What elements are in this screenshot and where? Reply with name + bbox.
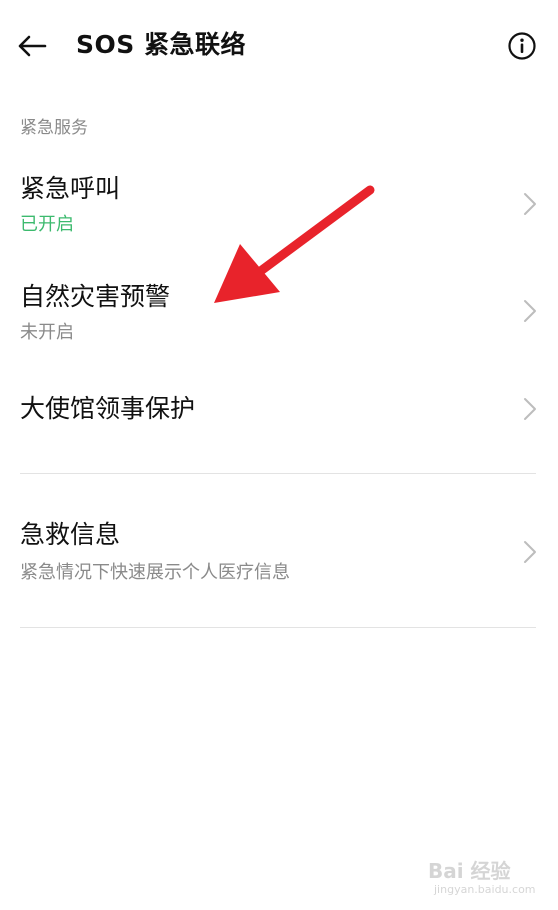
list-item-status: 未开启 <box>20 322 74 343</box>
list-item-first-aid-info[interactable]: 急救信息 紧急情况下快速展示个人医疗信息 <box>0 504 558 604</box>
list-item-title: 急救信息 <box>20 520 121 549</box>
list-item-consular-protection[interactable]: 大使馆领事保护 <box>0 375 558 455</box>
arrow-left-icon <box>18 35 47 57</box>
chevron-right-icon <box>524 193 536 215</box>
chevron-right-icon <box>524 398 536 420</box>
chevron-right-icon <box>524 541 536 563</box>
list-item-status: 已开启 <box>20 214 74 235</box>
list-item-title: 自然灾害预警 <box>20 282 171 311</box>
page-title: SOS 紧急联络 <box>76 30 246 59</box>
list-item-disaster-warning[interactable]: 自然灾害预警 未开启 <box>0 266 558 362</box>
top-app-bar: SOS 紧急联络 <box>0 0 558 92</box>
list-item-description: 紧急情况下快速展示个人医疗信息 <box>20 562 290 583</box>
watermark-logo: Bai 经验 jingyan.baidu.com <box>428 855 536 901</box>
list-item-title: 紧急呼叫 <box>20 174 121 203</box>
back-button[interactable] <box>14 28 50 64</box>
divider <box>20 473 536 474</box>
divider <box>20 627 536 628</box>
list-item-title: 大使馆领事保护 <box>20 394 196 423</box>
list-item-emergency-call[interactable]: 紧急呼叫 已开启 <box>0 160 558 256</box>
chevron-right-icon <box>524 300 536 322</box>
watermark-text: Bai 经验 <box>428 859 511 883</box>
info-circle-icon <box>508 32 536 60</box>
info-button[interactable] <box>506 30 538 62</box>
watermark-url: jingyan.baidu.com <box>434 883 536 896</box>
section-header-emergency-services: 紧急服务 <box>20 118 88 138</box>
